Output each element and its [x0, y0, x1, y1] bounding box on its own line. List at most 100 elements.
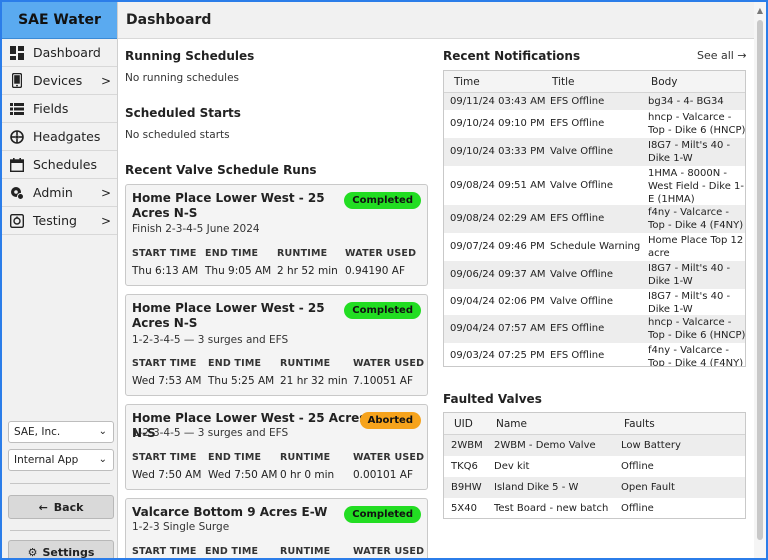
notification-time: 09/11/24 03:43 AM: [450, 96, 546, 107]
faulted-valve-row[interactable]: B9HW Island Dike 5 - W Open Fault: [444, 477, 745, 498]
organization-select-value: SAE, Inc.: [14, 426, 61, 438]
status-badge: Completed: [344, 506, 421, 523]
column-header-name[interactable]: Name: [496, 418, 527, 430]
organization-select[interactable]: SAE, Inc. ⌄: [8, 421, 114, 443]
run-card[interactable]: Home Place Lower West - 25 Acres N-S Com…: [125, 184, 428, 286]
notification-title: EFS Offline: [550, 213, 605, 224]
column-header-time[interactable]: Time: [454, 76, 480, 88]
water-used-value: 0.00101 AF: [353, 469, 413, 481]
valve-name: Dev kit: [494, 461, 530, 472]
runtime-value: 0 hr 0 min: [280, 469, 335, 481]
sidebar-item-label: Admin: [33, 185, 73, 200]
run-title: Valcarce Bottom 9 Acres E-W: [132, 505, 328, 519]
sidebar-item-label: Devices: [33, 73, 83, 88]
sidebar-divider: [10, 530, 110, 531]
sidebar-item-headgates[interactable]: Headgates: [2, 123, 117, 151]
sidebar-divider: [10, 483, 110, 484]
status-badge: Completed: [344, 192, 421, 209]
back-button[interactable]: ← Back: [8, 495, 114, 519]
runtime-value: 21 hr 32 min: [280, 375, 348, 387]
settings-button[interactable]: ⚙ Settings: [8, 540, 114, 558]
run-card[interactable]: Home Place Lower West - 25 Acres N-S Abo…: [125, 404, 428, 490]
valve-faults: Offline: [621, 503, 654, 514]
sidebar-item-admin[interactable]: Admin >: [2, 179, 117, 207]
chevron-right-icon: >: [100, 74, 111, 88]
sidebar-nav: Dashboard Devices > Fields Headgates Sch…: [2, 39, 117, 235]
notifications-table-header: Time Title Body: [444, 71, 745, 93]
scroll-up-icon[interactable]: ▲: [754, 6, 766, 15]
valve-name: Test Board - new batch: [494, 503, 609, 514]
water-used-value: 7.10051 AF: [353, 375, 413, 387]
column-header-title[interactable]: Title: [552, 76, 575, 88]
notification-title: EFS Offline: [550, 118, 605, 129]
start-time-header: START TIME: [132, 358, 197, 369]
sidebar-item-devices[interactable]: Devices >: [2, 67, 117, 95]
notification-body: f4ny - Valcarce - Top - Dike 4 (F4NY): [648, 207, 744, 231]
notification-time: 09/06/24 09:37 AM: [450, 269, 546, 280]
sidebar-item-fields[interactable]: Fields: [2, 95, 117, 123]
sidebar-item-schedules[interactable]: Schedules: [2, 151, 117, 179]
sidebar-item-label: Headgates: [33, 129, 101, 144]
valve-name: Island Dike 5 - W: [494, 482, 579, 493]
notification-time: 09/08/24 02:29 AM: [450, 213, 546, 224]
notification-row[interactable]: 09/04/24 02:06 PM Valve Offline I8G7 - Mil…: [444, 289, 745, 315]
notification-title: EFS Offline: [550, 323, 605, 334]
app-select[interactable]: Internal App ⌄: [8, 449, 114, 471]
status-badge: Completed: [344, 302, 421, 319]
notification-body: bg34 - 4- BG34: [648, 96, 724, 107]
run-card[interactable]: Valcarce Bottom 9 Acres E-W Completed 1-…: [125, 498, 428, 558]
notification-row[interactable]: 09/10/24 09:10 PM EFS Offline hncp - Valca…: [444, 110, 745, 138]
sidebar-item-label: Schedules: [33, 157, 97, 172]
notification-row[interactable]: 09/10/24 03:33 PM Valve Offline I8G7 - Mil…: [444, 138, 745, 166]
faulted-valve-row[interactable]: TKQ6 Dev kit Offline: [444, 456, 745, 477]
column-header-faults[interactable]: Faults: [624, 418, 655, 430]
run-subtitle: 1-2-3-4-5 — 3 surges and EFS: [132, 427, 289, 439]
notification-body: hncp - Valcarce - Top - Dike 6 (HNCP): [648, 317, 746, 341]
sidebar-item-testing[interactable]: Testing >: [2, 207, 117, 235]
start-time-value: Thu 6:13 AM: [132, 265, 199, 277]
notification-title: EFS Offline: [550, 96, 605, 107]
notification-row[interactable]: 09/06/24 09:37 AM Valve Offline I8G7 - Mil…: [444, 261, 745, 289]
dashboard-icon: [9, 45, 25, 61]
notification-title: Schedule Warning: [550, 241, 641, 252]
notification-row[interactable]: 09/11/24 03:43 AM EFS Offline bg34 - 4- BG…: [444, 93, 745, 110]
app-select-value: Internal App: [14, 454, 79, 466]
page-title: Dashboard: [126, 12, 212, 28]
column-header-body[interactable]: Body: [651, 76, 678, 88]
faulted-valve-row[interactable]: 2WBM 2WBM - Demo Valve Low Battery: [444, 435, 745, 456]
end-time-value: Thu 9:05 AM: [205, 265, 272, 277]
start-time-header: START TIME: [132, 452, 197, 463]
chevron-right-icon: >: [100, 186, 111, 200]
notifications-table: Time Title Body 09/11/24 03:43 AM EFS Off…: [443, 70, 746, 367]
notification-row[interactable]: 09/08/24 02:29 AM EFS Offline f4ny - Valca…: [444, 205, 745, 233]
run-card[interactable]: Home Place Lower West - 25 Acres N-S Com…: [125, 294, 428, 396]
valve-icon: [9, 129, 25, 145]
valve-faults: Offline: [621, 461, 654, 472]
faulted-valve-row[interactable]: 5X40 Test Board - new batch Offline: [444, 498, 745, 518]
notification-row[interactable]: 09/08/24 09:51 AM Valve Offline 1HMA - 800…: [444, 166, 745, 205]
water-used-header: WATER USED: [353, 452, 425, 463]
sidebar-item-label: Dashboard: [33, 45, 101, 60]
runtime-header: RUNTIME: [277, 248, 328, 259]
water-used-value: 0.94190 AF: [345, 265, 405, 277]
scheduled-starts-title: Scheduled Starts: [125, 106, 241, 120]
valve-uid: 5X40: [451, 503, 477, 514]
runtime-header: RUNTIME: [280, 452, 331, 463]
brand-title: SAE Water: [2, 2, 117, 39]
runtime-value: 2 hr 52 min: [277, 265, 338, 277]
notification-row[interactable]: 09/07/24 09:46 PM Schedule Warning Home Pl…: [444, 233, 745, 261]
notification-row[interactable]: 09/03/24 07:25 PM EFS Offline f4ny - Valca…: [444, 343, 745, 366]
water-used-header: WATER USED: [345, 248, 417, 259]
faulted-table-header: UID Name Faults: [444, 413, 745, 435]
scrollbar[interactable]: ▲: [754, 2, 766, 558]
end-time-value: Thu 5:25 AM: [208, 375, 275, 387]
notification-row[interactable]: 09/04/24 07:57 AM EFS Offline hncp - Valca…: [444, 315, 746, 343]
scroll-thumb[interactable]: [757, 20, 763, 540]
notification-time: 09/04/24 07:57 AM: [450, 323, 546, 334]
chevron-down-icon: ⌄: [98, 454, 107, 465]
runtime-header: RUNTIME: [280, 358, 331, 369]
end-time-header: END TIME: [208, 452, 262, 463]
column-header-uid[interactable]: UID: [454, 418, 473, 430]
sidebar-item-dashboard[interactable]: Dashboard: [2, 39, 117, 67]
see-all-link[interactable]: See all →: [697, 49, 747, 62]
